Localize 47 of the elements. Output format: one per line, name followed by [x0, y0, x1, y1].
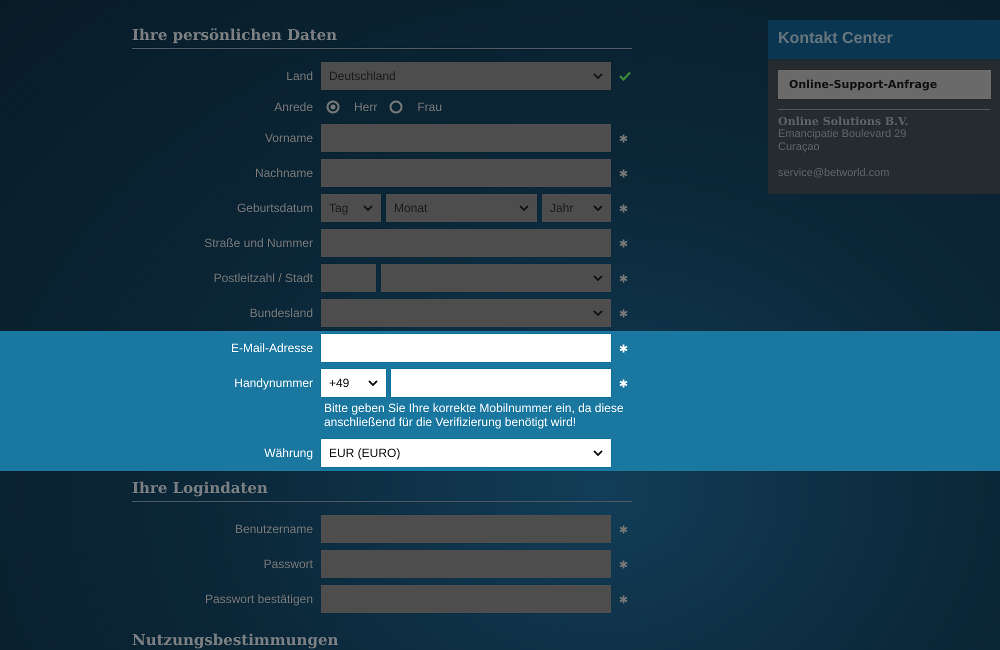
text-field[interactable] [321, 159, 611, 187]
field-label: Vorname [264, 131, 313, 145]
text-field[interactable] [321, 229, 611, 257]
phone-field[interactable] [391, 369, 611, 397]
field-label: Geburtsdatum [236, 201, 313, 215]
field-label: Passwort [262, 557, 313, 571]
city-dropdown[interactable] [381, 264, 611, 292]
chevron-down-icon [593, 310, 603, 316]
field-label: Straße und Nummer [203, 236, 313, 250]
field-label: Benutzername [234, 522, 313, 536]
address-line: Emancipatie Boulevard 29 [778, 128, 908, 141]
section-heading: Ihre Logindaten [132, 479, 632, 502]
chevron-down-icon [593, 275, 603, 281]
text-field[interactable] [321, 334, 611, 362]
dropdown[interactable]: EUR (EURO) [321, 439, 611, 467]
panel-title: Kontakt Center [768, 20, 1000, 60]
address-line: Curaçao [778, 141, 821, 154]
field-label: E-Mail-Adresse [230, 341, 313, 355]
field-label: Passwort bestätigen [204, 592, 313, 606]
text-field[interactable] [321, 515, 611, 543]
text-field[interactable] [321, 550, 611, 578]
field-label: Bundesland [248, 306, 313, 320]
dropdown[interactable] [321, 299, 611, 327]
chevron-down-icon [363, 205, 373, 211]
chevron-down-icon [593, 205, 603, 211]
support-request-button[interactable]: Online-Support-Anfrage [778, 70, 991, 99]
chevron-down-icon [593, 450, 603, 456]
chevron-down-icon [593, 73, 603, 79]
field-label: Postleitzahl / Stadt [212, 271, 313, 285]
text-field[interactable] [321, 585, 611, 613]
chevron-down-icon [368, 380, 378, 386]
postal-code-field[interactable] [321, 264, 376, 292]
chevron-down-icon [519, 205, 529, 211]
field-label: Währung [263, 446, 313, 460]
section-heading: Nutzungsbestimmungen [132, 631, 632, 650]
radio-option[interactable]: Frau [389, 100, 442, 114]
section-heading: Ihre persönlichen Daten [132, 26, 632, 49]
hint-text: Bitte geben Sie Ihre korrekte Mobilnummer ein, da diese anschließend für die Verifizierung benötigt wird! [324, 401, 624, 429]
field-label: Anrede [273, 100, 313, 114]
field-label: Handynummer [233, 376, 313, 390]
country-code-dropdown[interactable]: +49 [321, 369, 386, 397]
company-name: Online Solutions B.V. [778, 115, 910, 128]
radio-option[interactable]: Herr [326, 100, 378, 114]
email-text: service@betworld.com [778, 167, 890, 180]
field-label: Nachname [254, 166, 313, 180]
text-field[interactable] [321, 124, 611, 152]
field-label: Land [285, 69, 313, 83]
